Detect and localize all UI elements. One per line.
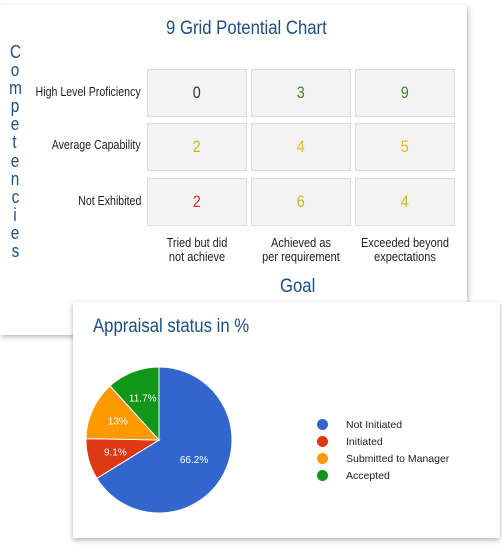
- grid-cell-r1-c1[interactable]: 0: [147, 69, 247, 117]
- grid-cell-value: 9: [400, 83, 410, 102]
- legend-item[interactable]: Accepted: [317, 467, 449, 484]
- pie-slice-label: 66.2%: [180, 455, 208, 466]
- column-label-line: Achieved as: [271, 236, 331, 250]
- grid-cell-value: 5: [400, 137, 410, 156]
- column-label-line: not achieve: [168, 250, 226, 264]
- pie-slice-label: 11.7%: [129, 393, 157, 404]
- legend-dot-icon: [317, 470, 328, 481]
- grid-cell-r3-c1[interactable]: 2: [147, 178, 247, 226]
- competencies-axis-label: Competencies: [8, 43, 22, 260]
- vertical-axis-letter: p: [10, 96, 20, 117]
- vertical-axis-letter: e: [10, 222, 20, 243]
- grid-cell-value: 4: [400, 192, 410, 211]
- pie-legend: Not Initiated Initiated Submitted to Manag…: [317, 416, 449, 484]
- nine-grid-card: 9 Grid Potential Chart Competencies High…: [0, 5, 467, 335]
- vertical-axis-letter: o: [10, 60, 20, 81]
- legend-label: Not Initiated: [346, 418, 403, 431]
- column-label-line: Exceeded beyond: [360, 236, 450, 250]
- legend-item[interactable]: Initiated: [317, 433, 449, 450]
- grid-cell-r2-c3[interactable]: 5: [355, 123, 455, 171]
- column-label-tried: Tried but did not achieve: [144, 236, 250, 264]
- legend-label: Initiated: [346, 435, 383, 448]
- pie-slice-label: 13%: [108, 417, 128, 428]
- row-label-average: Average Capability: [52, 138, 141, 152]
- grid-cell-value: 6: [296, 192, 306, 211]
- grid-title: 9 Grid Potential Chart: [166, 18, 327, 39]
- vertical-axis-letter: n: [10, 168, 20, 189]
- grid-cell-r2-c2[interactable]: 4: [251, 123, 351, 171]
- grid-cell-r3-c2[interactable]: 6: [251, 178, 351, 226]
- grid-cell-r1-c2[interactable]: 3: [251, 69, 351, 117]
- grid-cell-value: 2: [192, 192, 202, 211]
- legend-dot-icon: [317, 453, 328, 464]
- vertical-axis-letter: C: [9, 42, 21, 62]
- pie-slice-label: 9.1%: [104, 447, 127, 458]
- row-label-not-exhibited: Not Exhibited: [77, 194, 141, 208]
- column-label-exceeded: Exceeded beyond expectations: [352, 236, 458, 264]
- legend-item[interactable]: Submitted to Manager: [317, 450, 449, 467]
- vertical-axis-letter: i: [13, 204, 17, 225]
- column-label-line: expectations: [374, 250, 436, 264]
- legend-dot-icon: [317, 419, 328, 430]
- grid-cell-value: 2: [192, 137, 202, 156]
- vertical-axis-letter: s: [11, 241, 19, 262]
- grid-cell-value: 0: [192, 83, 202, 102]
- vertical-axis-letter: c: [11, 186, 19, 207]
- vertical-axis-letter: e: [10, 150, 20, 171]
- legend-dot-icon: [317, 436, 328, 447]
- grid-cell-value: 4: [296, 137, 306, 156]
- grid-cell-r3-c3[interactable]: 4: [355, 178, 455, 226]
- legend-item[interactable]: Not Initiated: [317, 416, 449, 433]
- grid-cell-r2-c1[interactable]: 2: [147, 123, 247, 171]
- column-label-line: Tried but did: [166, 236, 228, 250]
- legend-label: Submitted to Manager: [346, 452, 450, 465]
- appraisal-status-card: Appraisal status in % 66.2% 9.1% 13% 11.7% …: [73, 302, 500, 538]
- column-label-line: per requirement: [262, 250, 340, 264]
- grid-cell-value: 3: [296, 83, 306, 102]
- legend-label: Accepted: [346, 469, 390, 482]
- row-label-high: High Level Proficiency: [35, 85, 141, 99]
- grid-cell-r1-c3[interactable]: 9: [355, 69, 455, 117]
- vertical-axis-letter: m: [8, 78, 22, 99]
- column-label-achieved: Achieved as per requirement: [248, 236, 354, 264]
- vertical-axis-letter: e: [10, 114, 20, 135]
- vertical-axis-letter: t: [12, 132, 18, 153]
- goal-axis-label: Goal: [280, 276, 316, 297]
